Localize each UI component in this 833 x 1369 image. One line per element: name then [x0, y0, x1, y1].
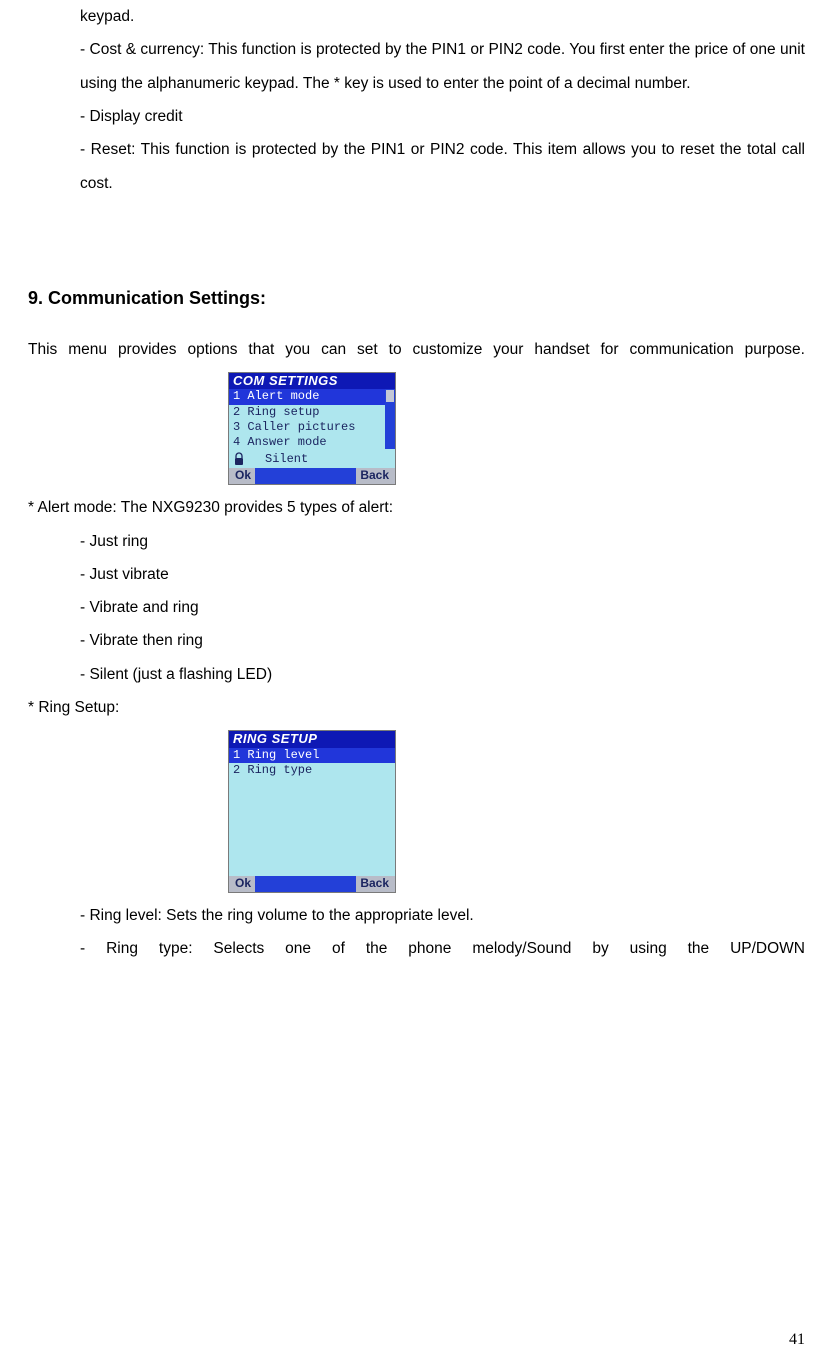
menu-item-ring-type: 2 Ring type [229, 763, 395, 778]
lock-icon [233, 452, 245, 466]
softkey-center-ring [255, 876, 356, 892]
status-bar: Silent [229, 450, 395, 468]
alert-item-vibrate-and-ring: - Vibrate and ring [80, 591, 805, 624]
ring-level-text: - Ring level: Sets the ring volume to th… [80, 899, 805, 932]
menu-item-answer-mode: 4 Answer mode [229, 435, 395, 450]
ring-setup-screenshot: RING SETUP 1 Ring level 2 Ring type Ok B… [228, 730, 396, 892]
menu-item-alert-mode: 1 Alert mode [229, 389, 395, 404]
section-intro: This menu provides options that you can … [28, 333, 805, 366]
alert-mode-heading: * Alert mode: The NXG9230 provides 5 typ… [28, 491, 805, 524]
menu-item-ring-level: 1 Ring level [229, 748, 395, 763]
softkey-ok: Ok [235, 469, 251, 483]
page-number: 41 [789, 1331, 805, 1349]
status-text: Silent [265, 453, 308, 466]
display-credit-text: - Display credit [80, 100, 805, 133]
ring-setup-heading: * Ring Setup: [28, 691, 805, 724]
screen-title-ring: RING SETUP [229, 731, 395, 747]
com-settings-screenshot: COM SETTINGS 1 Alert mode 2 Ring setup 3… [228, 372, 396, 485]
scrollbar [385, 389, 395, 449]
section-title: 9. Communication Settings: [28, 288, 805, 309]
menu-item-ring-setup: 2 Ring setup [229, 405, 395, 420]
reset-text: - Reset: This function is protected by t… [80, 133, 805, 200]
alert-item-silent: - Silent (just a flashing LED) [80, 658, 805, 691]
softkey-center [255, 468, 356, 484]
alert-item-vibrate-then-ring: - Vibrate then ring [80, 624, 805, 657]
alert-item-just-ring: - Just ring [80, 525, 805, 558]
ring-type-text: - Ring type: Selects one of the phone me… [80, 932, 805, 965]
alert-item-just-vibrate: - Just vibrate [80, 558, 805, 591]
screen-title: COM SETTINGS [229, 373, 395, 389]
softkey-back-ring: Back [360, 877, 389, 891]
softkey-back: Back [360, 469, 389, 483]
keypad-fragment: keypad. [80, 0, 805, 33]
scrollbar-thumb [386, 390, 394, 402]
softkey-ok-ring: Ok [235, 877, 251, 891]
menu-item-caller-pictures: 3 Caller pictures [229, 420, 395, 435]
cost-currency-text: - Cost & currency: This function is prot… [80, 33, 805, 100]
